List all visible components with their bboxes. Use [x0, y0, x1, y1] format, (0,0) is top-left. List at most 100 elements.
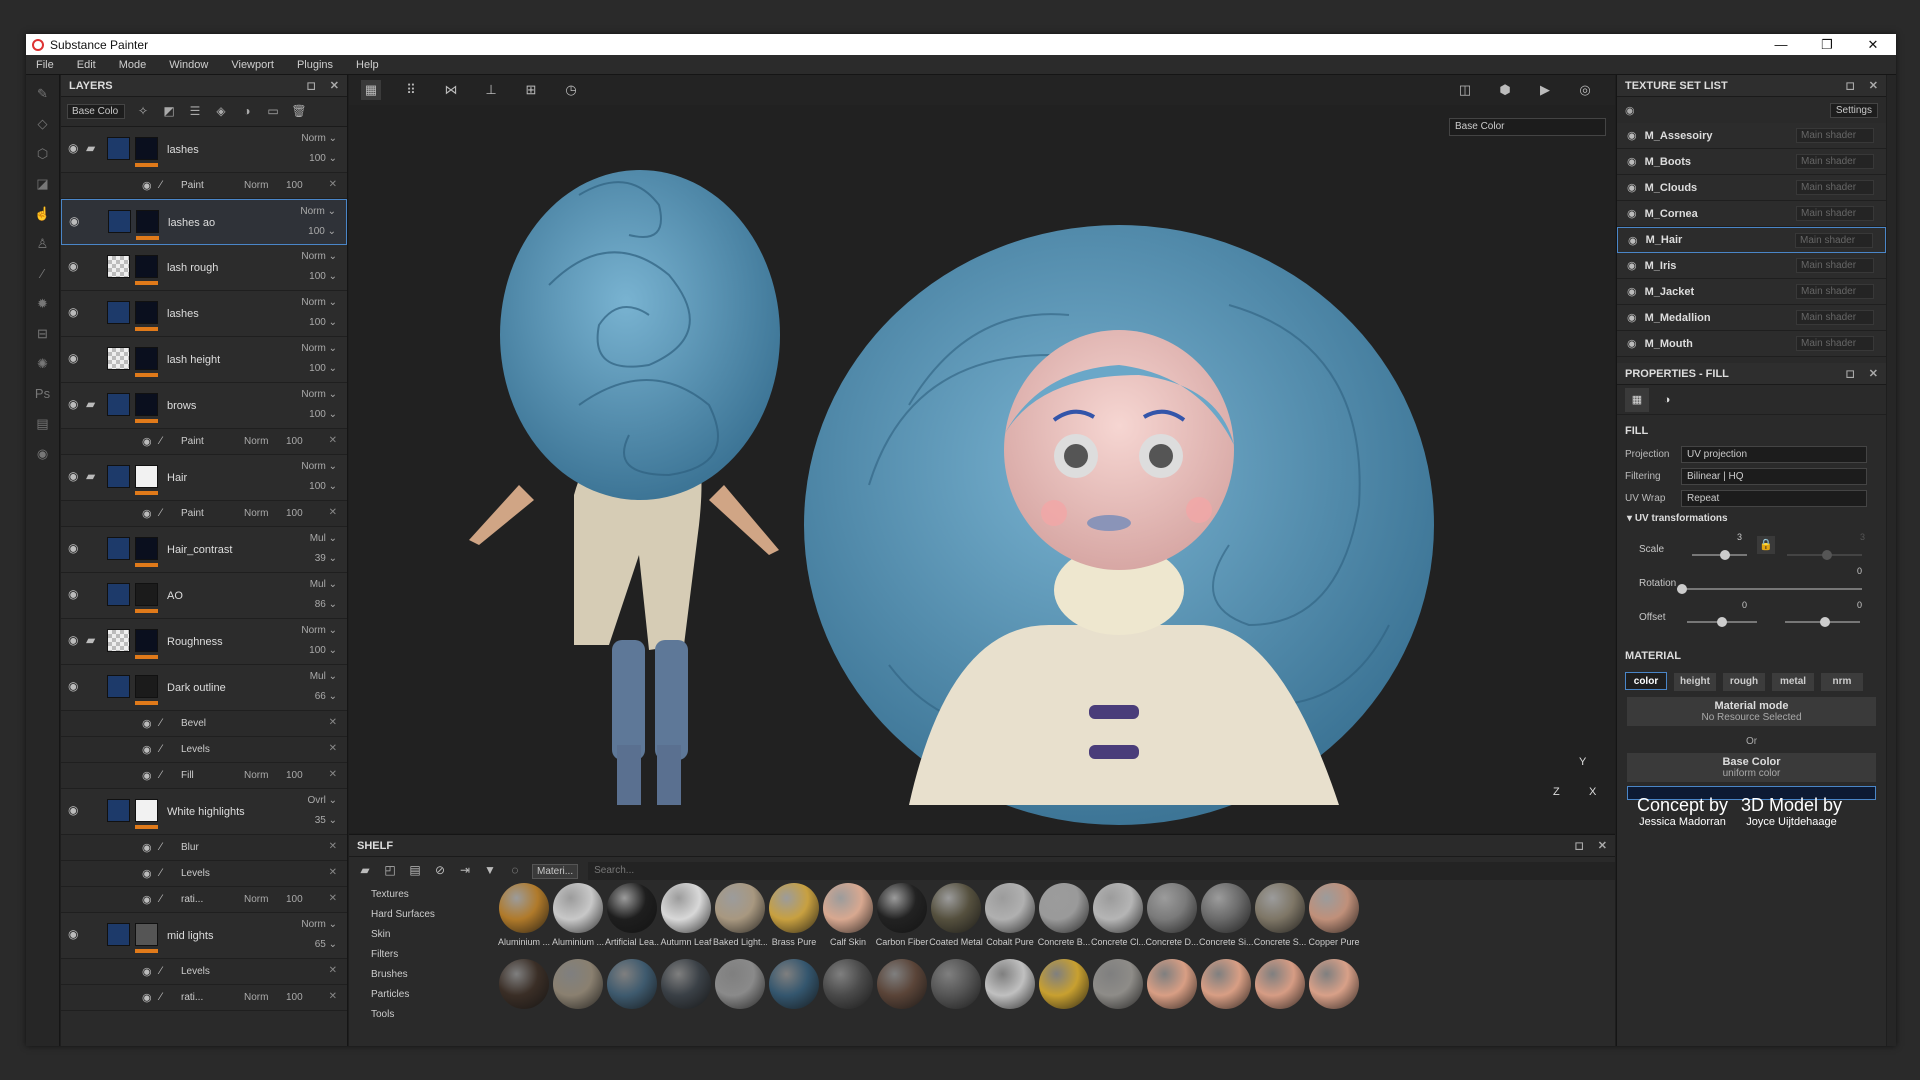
texture-set-item[interactable]: ◉ M_Assesoiry Main shader [1617, 123, 1886, 149]
layer-row[interactable]: ◉ Dark outline Mul ⌄ 66 ⌄ [61, 665, 347, 711]
texture-set-item[interactable]: ◉ M_Jacket Main shader [1617, 279, 1886, 305]
layer-mask-thumbnail[interactable] [108, 210, 131, 233]
shelf-category-item[interactable]: Hard Surfaces [357, 905, 485, 925]
layer-thumbnail[interactable] [136, 210, 159, 233]
effect-opacity[interactable]: 100 [286, 992, 303, 1003]
blend-mode[interactable]: Mul ⌄ [310, 671, 337, 682]
layer-opacity[interactable]: 100 ⌄ [309, 153, 337, 164]
effect-row[interactable]: ◉ ⁄ Levels ✕ [61, 737, 347, 763]
cube-icon[interactable]: ⬢ [1495, 80, 1515, 100]
remove-effect-icon[interactable]: ✕ [329, 867, 337, 878]
menu-mode[interactable]: Mode [119, 59, 147, 71]
layer-mask-thumbnail[interactable] [107, 923, 130, 946]
effect-blend[interactable]: Norm [244, 894, 268, 905]
shelf-close-icon[interactable]: ✕ [1598, 839, 1607, 852]
props-close-icon[interactable]: ✕ [1869, 367, 1878, 380]
camera-video-icon[interactable]: ▶ [1535, 80, 1555, 100]
add-mask-icon[interactable]: ◩ [161, 104, 177, 120]
material-thumbnail[interactable] [929, 959, 983, 1031]
props-float-icon[interactable]: ◻ [1846, 367, 1855, 380]
eye-icon[interactable]: ◉ [142, 179, 152, 192]
remove-effect-icon[interactable]: ✕ [329, 841, 337, 852]
eye-icon[interactable]: ◉ [68, 305, 78, 319]
offset-slider-a[interactable] [1687, 617, 1757, 627]
menu-window[interactable]: Window [169, 59, 208, 71]
layer-thumbnail[interactable] [135, 629, 158, 652]
close-panel-icon[interactable]: ✕ [330, 79, 339, 92]
texture-set-item[interactable]: ◉ M_Hair Main shader [1617, 227, 1886, 253]
shelf-category-item[interactable]: Filters [357, 945, 485, 965]
material-thumbnail[interactable] [821, 959, 875, 1031]
smudge-icon[interactable]: ☝ [33, 204, 53, 224]
shelf-search-input[interactable]: Search... [588, 862, 1615, 880]
remove-effect-icon[interactable]: ✕ [329, 507, 337, 518]
ts-close-icon[interactable]: ✕ [1869, 79, 1878, 92]
blend-mode[interactable]: Mul ⌄ [310, 579, 337, 590]
folder-icon[interactable]: ▰ [86, 469, 95, 483]
settings-gear-icon[interactable]: ✹ [33, 294, 53, 314]
shader-dropdown[interactable]: Main shader [1796, 310, 1874, 325]
texture-set-item[interactable]: ◉ M_Cornea Main shader [1617, 201, 1886, 227]
layer-row[interactable]: ◉ ▰ Hair Norm ⌄ 100 ⌄ [61, 455, 347, 501]
material-thumbnail[interactable]: Cobalt Pure [983, 883, 1037, 955]
material-thumbnail[interactable] [1253, 959, 1307, 1031]
layer-opacity[interactable]: 100 ⌄ [308, 226, 336, 237]
material-thumbnail[interactable] [1307, 959, 1361, 1031]
close-button[interactable]: ✕ [1850, 37, 1896, 53]
eye-icon[interactable]: ◉ [68, 679, 78, 693]
blend-mode[interactable]: Norm ⌄ [301, 625, 337, 636]
layer-row[interactable]: ◉ lash rough Norm ⌄ 100 ⌄ [61, 245, 347, 291]
export-icon[interactable]: ▤ [33, 414, 53, 434]
projection-dropdown[interactable]: UV projection [1681, 445, 1867, 463]
blend-mode[interactable]: Mul ⌄ [310, 533, 337, 544]
clone-stamp-icon[interactable]: ♙ [33, 234, 53, 254]
material-thumbnail[interactable] [1199, 959, 1253, 1031]
channel-button-rough[interactable]: rough [1723, 673, 1765, 691]
layer-opacity[interactable]: 35 ⌄ [315, 815, 337, 826]
menu-edit[interactable]: Edit [77, 59, 96, 71]
eye-icon[interactable]: ◉ [142, 893, 152, 906]
channel-select[interactable]: Base Colo [67, 104, 125, 119]
scale-slider-a[interactable] [1692, 550, 1747, 560]
eye-icon[interactable]: ◉ [1627, 181, 1637, 194]
eye-icon[interactable]: ◉ [69, 214, 79, 228]
material-thumbnail[interactable]: Concrete D... [1145, 883, 1199, 955]
layer-opacity[interactable]: 66 ⌄ [315, 691, 337, 702]
layer-opacity[interactable]: 65 ⌄ [315, 939, 337, 950]
layer-row[interactable]: ◉ lashes ao Norm ⌄ 100 ⌄ [61, 199, 347, 245]
filter-tag[interactable]: Materi... [532, 863, 579, 879]
eye-icon[interactable]: ◉ [142, 717, 152, 730]
layer-opacity[interactable]: 39 ⌄ [315, 553, 337, 564]
restore-button[interactable]: ❐ [1804, 37, 1850, 53]
remove-effect-icon[interactable]: ✕ [329, 965, 337, 976]
eye-icon[interactable]: ◉ [68, 927, 78, 941]
eraser-icon[interactable]: ◇ [33, 114, 53, 134]
eye-icon[interactable]: ◉ [1627, 311, 1637, 324]
shelf-category-item[interactable]: Skin [357, 925, 485, 945]
sun-icon[interactable]: ✺ [33, 354, 53, 374]
symmetry-icon[interactable]: ⋈ [441, 80, 461, 100]
eye-icon[interactable]: ◉ [142, 435, 152, 448]
effect-row[interactable]: ◉ ⁄ rati... Norm 100 ✕ [61, 985, 347, 1011]
add-fill-icon[interactable]: ◈ [213, 104, 229, 120]
material-thumbnail[interactable] [497, 959, 551, 1031]
effect-row[interactable]: ◉ ⁄ Levels ✕ [61, 861, 347, 887]
eye-icon[interactable]: ◉ [1627, 129, 1637, 142]
filtering-dropdown[interactable]: Bilinear | HQ [1681, 467, 1867, 485]
channel-button-height[interactable]: height [1674, 673, 1716, 691]
offset-slider-b[interactable] [1785, 617, 1860, 627]
effect-row[interactable]: ◉ ⁄ Blur ✕ [61, 835, 347, 861]
plugin-icon[interactable]: ◉ [33, 444, 53, 464]
filter-icon[interactable]: ▼ [482, 863, 498, 879]
channel-button-nrm[interactable]: nrm [1821, 673, 1863, 691]
texture-set-item[interactable]: ◉ M_Boots Main shader [1617, 149, 1886, 175]
material-thumbnail[interactable]: Artificial Lea... [605, 883, 659, 955]
uvwrap-dropdown[interactable]: Repeat [1681, 489, 1867, 507]
eye-icon[interactable]: ◉ [68, 259, 78, 273]
layer-row[interactable]: ◉ Hair_contrast Mul ⌄ 39 ⌄ [61, 527, 347, 573]
display-icon[interactable]: ◫ [1455, 80, 1475, 100]
float-panel-icon[interactable]: ◻ [307, 79, 316, 92]
layer-opacity[interactable]: 86 ⌄ [315, 599, 337, 610]
effect-blend[interactable]: Norm [244, 770, 268, 781]
layer-thumbnail[interactable] [135, 465, 158, 488]
